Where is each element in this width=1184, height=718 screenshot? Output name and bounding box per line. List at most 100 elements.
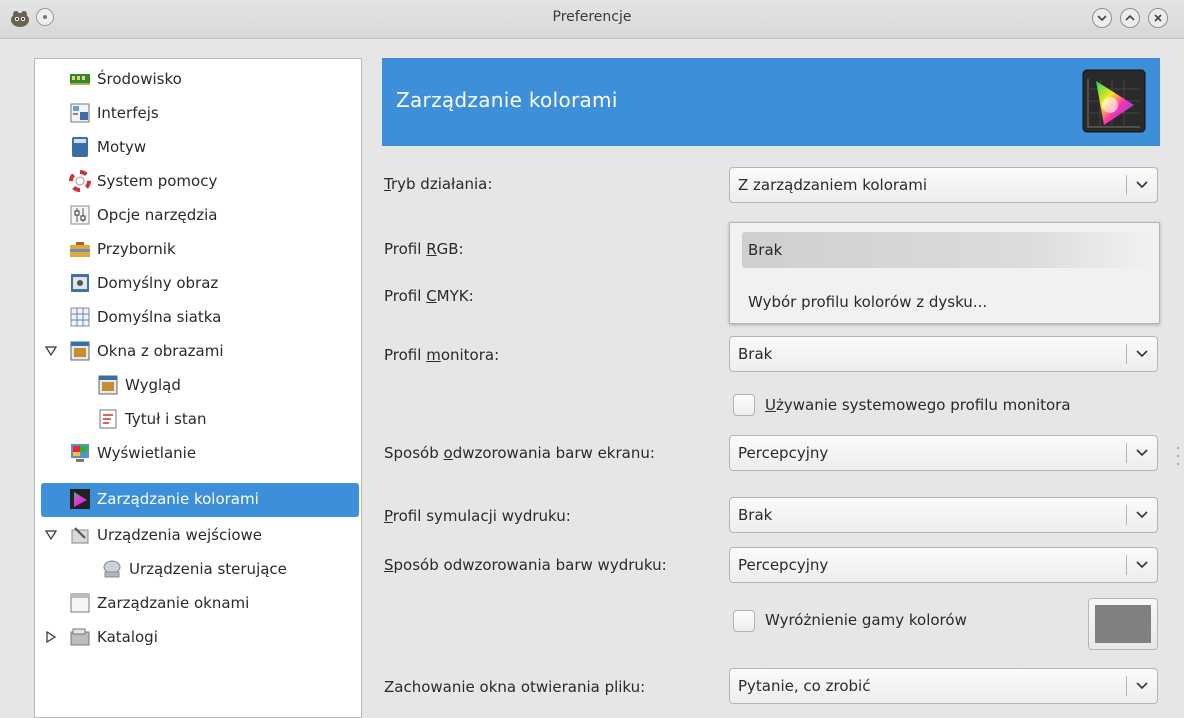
theme-icon — [72, 137, 88, 157]
sidebar-item-zarzadzanie-kolorami[interactable]: Zarządzanie kolorami — [41, 483, 359, 517]
close-button[interactable] — [1148, 8, 1168, 28]
grid-icon — [70, 307, 90, 327]
rgb-profile-label: Profil RGB: — [384, 240, 464, 258]
display-icon — [71, 444, 89, 462]
chevron-up-icon — [1125, 14, 1135, 21]
sidebar-item-label: Wygląd — [125, 376, 181, 394]
print-intent-label: Sposób odwzorowania barw wydruku: — [384, 556, 667, 574]
chevron-down-icon — [1136, 682, 1148, 690]
sidebar-item-label: Domyślny obraz — [97, 274, 219, 292]
sidebar-item-katalogi[interactable]: Katalogi — [35, 621, 361, 655]
lifebuoy-icon — [69, 170, 91, 192]
combo-separator — [1126, 676, 1127, 696]
dropdown-option-none[interactable]: Brak — [742, 232, 1150, 268]
sidebar-item-okna-z-obrazami[interactable]: Okna z obrazami — [35, 335, 361, 369]
sidebar-item-label: Przybornik — [97, 240, 176, 258]
monitor-profile-combo[interactable]: Brak — [729, 336, 1158, 372]
gamut-check-label[interactable]: Wyróżnienie gamy kolorów — [765, 611, 967, 629]
sidebar-item-tytul-i-stan[interactable]: Tytuł i stan — [35, 403, 361, 437]
cmyk-profile-label: Profil CMYK: — [384, 287, 474, 305]
sidebar-item-wyswietlanie[interactable]: Wyświetlanie — [35, 437, 361, 471]
file-open-behaviour-value: Pytanie, co zrobić — [738, 677, 871, 695]
combo-separator — [1126, 443, 1127, 463]
print-intent-value: Percepcyjny — [738, 556, 829, 574]
sidebar-item-domyslna-siatka[interactable]: Domyślna siatka — [35, 301, 361, 335]
chevron-down-icon — [1136, 561, 1148, 569]
window-management-icon — [70, 593, 90, 613]
mode-combo[interactable]: Z zarządzaniem kolorami — [729, 167, 1158, 203]
interface-icon — [70, 103, 90, 123]
combo-separator — [1126, 505, 1127, 525]
chevron-down-icon — [1136, 511, 1148, 519]
system-monitor-profile-label[interactable]: Używanie systemowego profilu monitora — [765, 396, 1071, 414]
sidebar-item-label: Katalogi — [97, 628, 158, 646]
sidebar-item-label: Zarządzanie oknami — [97, 594, 250, 612]
color-management-icon — [70, 489, 90, 509]
combo-separator — [1126, 555, 1127, 575]
sidebar-item-srodowisko[interactable]: Środowisko — [35, 63, 361, 97]
sidebar-item-label: Wyświetlanie — [97, 444, 197, 462]
print-sim-profile-combo[interactable]: Brak — [729, 497, 1158, 533]
sidebar-item-label: Urządzenia wejściowe — [97, 526, 263, 544]
sidebar-item-label: Motyw — [97, 138, 147, 156]
sidebar-item-label: Tytuł i stan — [125, 410, 207, 428]
print-sim-profile-label: Profil symulacji wydruku: — [384, 507, 571, 525]
expanded-triangle-icon[interactable] — [45, 345, 57, 357]
sidebar-item-interfejs[interactable]: Interfejs — [35, 97, 361, 131]
gamut-check-checkbox[interactable] — [733, 610, 755, 632]
toolbox-icon — [70, 242, 90, 257]
expanded-triangle-icon[interactable] — [45, 529, 57, 541]
collapsed-triangle-icon[interactable] — [45, 631, 57, 643]
sidebar-item-urzadzenia-wejsciowe[interactable]: Urządzenia wejściowe — [35, 519, 361, 553]
sidebar-item-label: Interfejs — [97, 104, 159, 122]
sidebar-item-zarzadzanie-oknami[interactable]: Zarządzanie oknami — [35, 587, 361, 621]
default-image-icon — [71, 274, 89, 292]
gamut-color-button[interactable] — [1088, 598, 1158, 650]
sidebar-item-label: Urządzenia sterujące — [129, 560, 287, 578]
display-intent-combo[interactable]: Percepcyjny — [729, 435, 1158, 471]
color-management-icon — [1082, 69, 1146, 133]
page-header: Zarządzanie kolorami — [382, 58, 1160, 146]
sidebar-item-label: Środowisko — [97, 70, 182, 88]
maximize-button[interactable] — [1120, 8, 1140, 28]
title-status-icon — [99, 409, 117, 429]
system-monitor-profile-checkbox[interactable] — [733, 394, 755, 416]
file-open-behaviour-combo[interactable]: Pytanie, co zrobić — [729, 668, 1158, 704]
window-titlebar: Preferencje — [0, 0, 1184, 39]
monitor-profile-label: Profil monitora: — [384, 346, 500, 364]
sidebar-item-label: Domyślna siatka — [97, 308, 222, 326]
combo-separator — [1126, 175, 1127, 195]
window-title: Preferencje — [552, 9, 632, 25]
memory-chip-icon — [70, 74, 90, 85]
dropdown-option-select-from-disk[interactable]: Wybór profilu kolorów z dysku... — [748, 293, 987, 311]
sidebar-item-motyw[interactable]: Motyw — [35, 131, 361, 165]
chevron-down-icon — [1136, 181, 1148, 189]
close-icon — [1154, 14, 1162, 22]
mode-value: Z zarządzaniem kolorami — [738, 176, 928, 194]
sidebar-item-urzadzenia-sterujace[interactable]: Urządzenia sterujące — [35, 553, 361, 587]
chevron-down-icon — [1136, 350, 1148, 358]
sidebar-item-label: Opcje narzędzia — [97, 206, 218, 224]
sidebar-item-domyslny-obraz[interactable]: Domyślny obraz — [35, 267, 361, 301]
print-sim-profile-value: Brak — [738, 506, 773, 524]
pane-resize-handle[interactable] — [1176, 445, 1180, 467]
preferences-category-tree[interactable]: Środowisko Interfejs Motyw System pomocy… — [34, 58, 362, 718]
sidebar-item-label: System pomocy — [97, 172, 218, 190]
input-devices-icon — [71, 527, 89, 544]
profile-dropdown-popup[interactable]: Brak Wybór profilu kolorów z dysku... — [729, 222, 1160, 324]
print-intent-combo[interactable]: Percepcyjny — [729, 547, 1158, 583]
monitor-profile-value: Brak — [738, 345, 773, 363]
sidebar-item-przybornik[interactable]: Przybornik — [35, 233, 361, 267]
page-title: Zarządzanie kolorami — [396, 88, 618, 112]
controllers-icon — [103, 560, 121, 578]
minimize-button[interactable] — [1092, 8, 1112, 28]
sidebar-item-opcje-narzedzia[interactable]: Opcje narzędzia — [35, 199, 361, 233]
sidebar-item-system-pomocy[interactable]: System pomocy — [35, 165, 361, 199]
appearance-icon — [98, 375, 118, 395]
file-open-behaviour-label: Zachowanie okna otwierania pliku: — [384, 678, 646, 696]
mode-label: Tryb działania: — [384, 175, 493, 193]
sidebar-item-wyglad[interactable]: Wygląd — [35, 369, 361, 403]
chevron-down-icon — [1136, 449, 1148, 457]
chevron-down-icon — [1097, 15, 1107, 22]
sidebar-item-label: Okna z obrazami — [97, 342, 224, 360]
